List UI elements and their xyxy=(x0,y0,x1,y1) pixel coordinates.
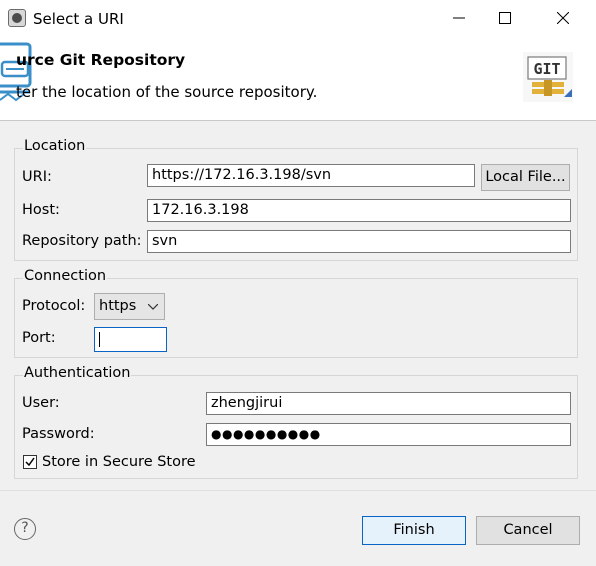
store-label[interactable]: Store in Secure Store xyxy=(42,454,196,470)
user-label: User: xyxy=(22,395,60,411)
uri-input[interactable]: https://172.16.3.198/svn xyxy=(147,164,475,187)
window-title: Select a URI xyxy=(33,10,124,28)
host-label: Host: xyxy=(22,202,60,218)
page-title: urce Git Repository xyxy=(16,51,186,69)
checkmark-icon xyxy=(25,457,35,467)
user-input[interactable]: zhengjirui xyxy=(206,392,571,415)
cancel-button[interactable]: Cancel xyxy=(476,516,580,545)
protocol-select[interactable]: https xyxy=(94,293,165,320)
password-label: Password: xyxy=(22,426,95,442)
uri-label: URI: xyxy=(22,169,52,185)
close-button[interactable] xyxy=(540,4,586,34)
local-file-button[interactable]: Local File... xyxy=(481,164,570,191)
store-checkbox[interactable] xyxy=(23,455,37,469)
location-legend: Location xyxy=(23,138,87,154)
minimize-icon xyxy=(453,17,465,19)
minimize-button[interactable] xyxy=(436,4,482,34)
chevron-down-icon xyxy=(148,304,158,310)
eclipse-icon xyxy=(8,9,26,27)
wizard-header: urce Git Repository ter the location of … xyxy=(0,38,596,121)
connection-legend: Connection xyxy=(23,268,108,284)
maximize-icon xyxy=(499,12,511,24)
protocol-value: https xyxy=(99,298,137,314)
footer-divider xyxy=(0,490,596,491)
protocol-label: Protocol: xyxy=(22,298,86,314)
maximize-button[interactable] xyxy=(482,4,528,34)
host-input[interactable]: 172.16.3.198 xyxy=(147,199,571,222)
finish-button[interactable]: Finish xyxy=(362,516,466,545)
close-icon xyxy=(556,11,570,25)
git-badge-icon: GIT xyxy=(522,51,574,103)
password-input[interactable]: ●●●●●●●●●● xyxy=(206,423,571,446)
authentication-legend: Authentication xyxy=(23,365,132,381)
git-badge-text: GIT xyxy=(533,60,560,78)
port-label: Port: xyxy=(22,330,56,346)
text-caret xyxy=(99,332,100,347)
port-input[interactable] xyxy=(94,327,167,352)
repository-path-label: Repository path: xyxy=(22,233,142,249)
help-icon[interactable]: ? xyxy=(14,518,36,540)
page-description: ter the location of the source repositor… xyxy=(16,83,318,101)
repository-path-input[interactable]: svn xyxy=(147,230,571,253)
title-bar: Select a URI xyxy=(0,0,596,38)
